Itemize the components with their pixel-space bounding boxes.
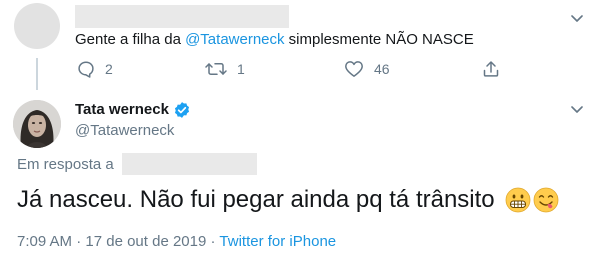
reply-action[interactable]: 2 — [77, 60, 113, 78]
parent-tweet-text: Gente a filha da @Tatawerneck simplesmen… — [75, 31, 474, 49]
meta-separator-2: · — [206, 233, 220, 250]
parent-tweet-text-prefix: Gente a filha da — [75, 31, 186, 48]
reply-icon — [78, 61, 94, 78]
parent-tweet-text-suffix: simplesmente NÃO NASCE — [284, 31, 474, 48]
chevron-down-icon[interactable] — [571, 106, 583, 114]
tweet-time[interactable]: 7:09 AM — [17, 233, 72, 250]
face-savoring-food-emoji-icon — [533, 187, 559, 213]
like-count: 46 — [374, 61, 390, 77]
redacted-username — [75, 5, 289, 28]
user-avatar[interactable] — [13, 100, 61, 148]
share-action[interactable] — [482, 60, 500, 78]
retweet-icon — [205, 62, 227, 76]
like-action[interactable]: 46 — [344, 60, 390, 78]
redacted-reply-recipient — [122, 153, 257, 175]
reply-count: 2 — [105, 61, 113, 77]
parent-avatar-placeholder[interactable] — [14, 3, 60, 49]
meta-separator: · — [72, 233, 86, 250]
share-icon — [483, 61, 499, 77]
tweet-metadata: 7:09 AM · 17 de out de 2019 · Twitter fo… — [17, 233, 336, 251]
chevron-down-icon[interactable] — [571, 15, 583, 23]
tweet-date[interactable]: 17 de out de 2019 — [85, 233, 206, 250]
tweet-source-link[interactable]: Twitter for iPhone — [219, 233, 336, 250]
heart-icon — [345, 61, 363, 77]
replying-to-label: Em resposta a — [17, 156, 114, 173]
user-handle[interactable]: @Tatawerneck — [75, 122, 174, 140]
user-display-name[interactable]: Tata werneck — [75, 101, 169, 119]
mention-link[interactable]: @Tatawerneck — [185, 31, 284, 48]
retweet-action[interactable]: 1 — [205, 60, 245, 78]
retweet-count: 1 — [237, 61, 245, 77]
grimacing-face-emoji-icon — [505, 187, 531, 213]
verified-badge-icon — [174, 102, 189, 118]
thread-connector-line — [36, 58, 38, 90]
user-display-name-row[interactable]: Tata werneck — [75, 101, 191, 119]
main-tweet-text-row: Já nasceu. Não fui pegar ainda pq tá trâ… — [17, 184, 559, 216]
main-tweet-text: Já nasceu. Não fui pegar ainda pq tá trâ… — [17, 186, 495, 213]
